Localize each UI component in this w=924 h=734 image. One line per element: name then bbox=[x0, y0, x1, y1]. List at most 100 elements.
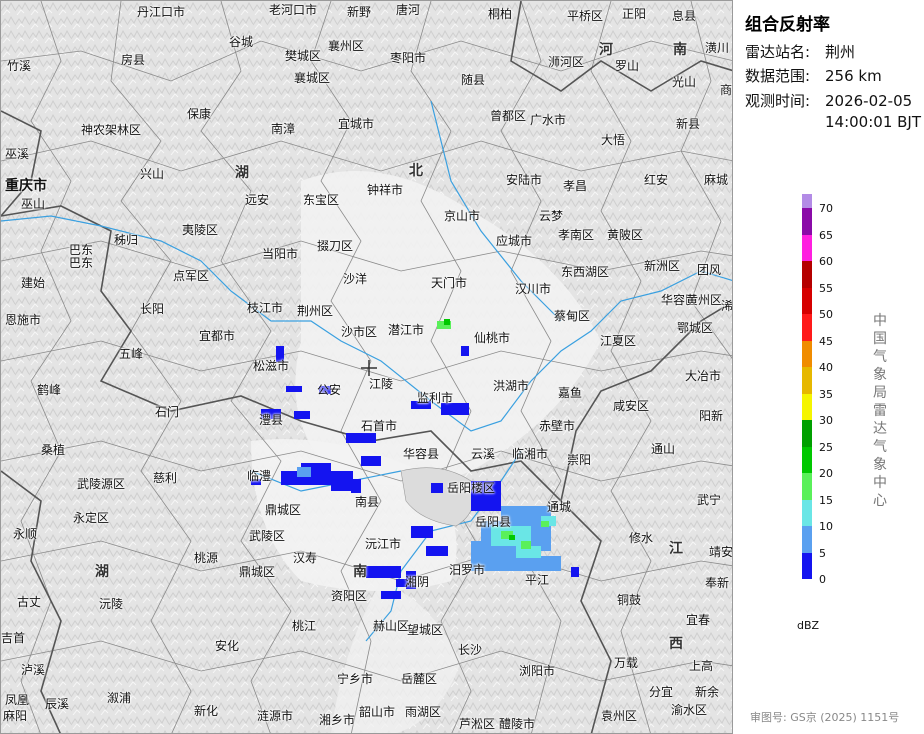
place-label: 五峰 bbox=[119, 347, 144, 361]
place-label: 老河口市 bbox=[269, 3, 318, 17]
legend-tick-label: 35 bbox=[819, 387, 833, 401]
place-label: 黄陂区 bbox=[607, 228, 644, 242]
place-label: 竹溪 bbox=[7, 59, 32, 73]
place-label: 应城市 bbox=[496, 234, 533, 248]
place-label: 巫山 bbox=[21, 197, 46, 211]
place-label: 商城 bbox=[720, 83, 733, 97]
place-label: 澧县 bbox=[259, 413, 284, 427]
time-date: 2026-02-05 bbox=[825, 92, 913, 110]
legend-tick-label: 5 bbox=[819, 546, 826, 560]
province-label-hunan-2: 南 bbox=[353, 564, 367, 580]
place-label: 东西湖区 bbox=[561, 265, 610, 279]
legend-tick-label: 40 bbox=[819, 361, 833, 374]
legend-swatch bbox=[802, 393, 812, 420]
place-label: 桑植 bbox=[41, 443, 66, 457]
place-label: 修水 bbox=[629, 531, 654, 545]
place-label: 荆州区 bbox=[297, 304, 334, 318]
place-label: 云溪 bbox=[471, 447, 496, 461]
place-label: 吉首 bbox=[1, 631, 26, 645]
place-label: 渝水区 bbox=[671, 703, 708, 717]
legend-swatch bbox=[802, 499, 812, 526]
place-label: 辰溪 bbox=[45, 697, 70, 711]
legend-unit: dBZ bbox=[797, 619, 820, 632]
place-label: 平桥区 bbox=[567, 9, 604, 23]
legend-swatch bbox=[802, 446, 812, 473]
place-label: 京山市 bbox=[444, 209, 481, 223]
place-label: 仙桃市 bbox=[474, 331, 511, 345]
place-label: 秭归 bbox=[114, 233, 139, 247]
place-label: 咸安区 bbox=[613, 399, 650, 413]
place-label: 大悟 bbox=[601, 133, 626, 147]
legend-swatch bbox=[802, 552, 812, 579]
place-label: 兴山 bbox=[140, 167, 165, 181]
place-label: 分宜 bbox=[649, 685, 674, 699]
legend-tick-label: 20 bbox=[819, 467, 833, 480]
place-label: 潢川 bbox=[705, 41, 730, 55]
place-label: 保康 bbox=[187, 107, 212, 121]
place-label: 新县 bbox=[676, 117, 701, 131]
place-label: 石首市 bbox=[361, 419, 398, 433]
range-value: 256 km bbox=[825, 67, 882, 85]
place-label: 岳麓区 bbox=[401, 672, 438, 686]
place-label: 掇刀区 bbox=[317, 239, 354, 253]
place-label: 奉新 bbox=[705, 576, 730, 590]
legend-tick-label: 70 bbox=[819, 202, 833, 215]
legend-tick-label: 45 bbox=[819, 334, 833, 348]
place-label: 桃源 bbox=[194, 551, 219, 565]
place-label: 醴陵市 bbox=[499, 717, 536, 731]
station-value: 荆州 bbox=[825, 43, 856, 61]
place-label: 平江 bbox=[525, 573, 550, 587]
place-label: 华容县 bbox=[403, 447, 440, 461]
place-label: 松滋市 bbox=[253, 359, 290, 373]
place-label: 嘉鱼 bbox=[558, 386, 583, 400]
province-label-henan-2: 南 bbox=[673, 42, 687, 58]
place-label: 襄城区 bbox=[294, 71, 331, 85]
legend-tick-label: 55 bbox=[819, 281, 833, 295]
place-label: 阳新 bbox=[699, 409, 724, 423]
radar-map[interactable]: 湖 北 河 南 湖 南 江 西 丹江口市 老河口市 新野 唐河 桐柏 平桥区 正… bbox=[0, 0, 733, 734]
place-label: 团风 bbox=[697, 263, 722, 277]
place-label: 赫山区 bbox=[373, 619, 410, 633]
place-label: 红安 bbox=[644, 173, 669, 187]
legend-swatch bbox=[802, 420, 812, 447]
range-row: 数据范围: 256 km bbox=[745, 66, 882, 86]
legend-tick-label: 25 bbox=[819, 440, 833, 454]
place-label: 汉川市 bbox=[515, 282, 552, 296]
place-label: 凤凰 bbox=[5, 693, 30, 707]
place-label: 沅江市 bbox=[365, 537, 402, 551]
place-label: 息县 bbox=[672, 9, 697, 23]
place-label: 江夏区 bbox=[600, 334, 637, 348]
place-label: 巴东 bbox=[69, 256, 94, 270]
place-label: 罗山 bbox=[615, 59, 640, 73]
place-label: 湘阴 bbox=[405, 575, 430, 589]
place-label: 赤壁市 bbox=[539, 419, 576, 433]
place-label: 监利市 bbox=[417, 391, 454, 405]
place-label: 公安 bbox=[317, 383, 342, 397]
place-label: 枝江市 bbox=[247, 301, 284, 315]
place-label: 桃江 bbox=[292, 619, 317, 633]
place-label: 沙洋 bbox=[343, 272, 368, 286]
province-label-hubei-2: 北 bbox=[409, 163, 423, 179]
place-label: 桐柏 bbox=[488, 7, 513, 21]
place-label: 湘乡市 bbox=[319, 713, 356, 727]
place-label: 沅陵 bbox=[99, 597, 124, 611]
place-label: 岳阳楼区 bbox=[447, 481, 496, 495]
place-label: 崇阳 bbox=[567, 453, 592, 467]
place-label: 重庆市 bbox=[5, 178, 47, 194]
place-label: 天门市 bbox=[431, 276, 468, 290]
place-label: 雨湖区 bbox=[405, 705, 442, 719]
legend-swatch bbox=[802, 314, 812, 341]
place-label: 慈利 bbox=[153, 471, 178, 485]
legend-tick-label: 30 bbox=[819, 414, 833, 427]
place-label: 永定区 bbox=[73, 511, 110, 525]
legend-swatch bbox=[802, 340, 812, 367]
place-label: 宜春 bbox=[686, 613, 711, 627]
org-vertical-text: 中国气象局雷达气象中心 bbox=[873, 313, 887, 509]
place-label: 新野 bbox=[347, 5, 372, 19]
legend-tick-label: 50 bbox=[819, 308, 833, 321]
place-label: 神农架林区 bbox=[81, 123, 142, 137]
province-label-jiangxi-2: 西 bbox=[669, 636, 683, 652]
place-label: 南县 bbox=[355, 495, 380, 509]
place-label: 望城区 bbox=[407, 623, 444, 637]
place-label: 潜江市 bbox=[388, 323, 425, 337]
